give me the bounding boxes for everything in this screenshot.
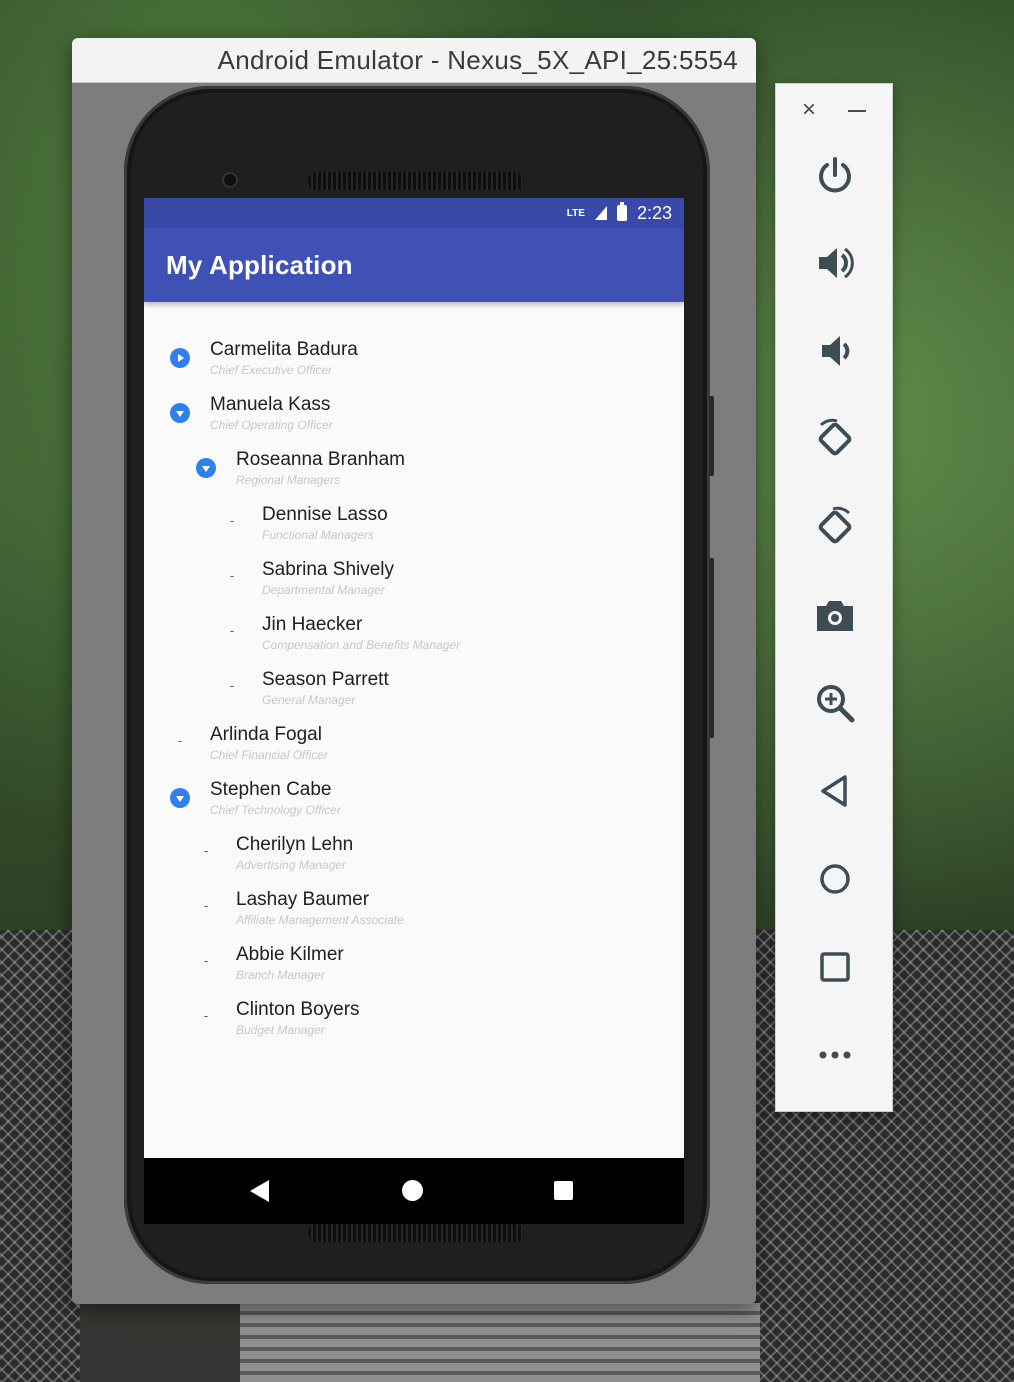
tree-row-lashay-baumer[interactable]: - Lashay Baumer Affiliate Management Ass…: [144, 884, 684, 939]
tree-row-arlinda-fogal[interactable]: - Arlinda Fogal Chief Financial Officer: [144, 719, 684, 774]
phone-power-key: [709, 396, 714, 476]
leaf-marker: -: [229, 678, 235, 693]
device-screen: LTE 2:23 My Application Carmelita Badura…: [144, 198, 684, 1158]
close-icon[interactable]: ×: [802, 98, 816, 122]
node-role: Chief Operating Officer: [210, 418, 333, 432]
app-bar: My Application: [144, 228, 684, 302]
leaf-marker: -: [229, 568, 235, 583]
node-name: Season Parrett: [262, 669, 389, 690]
leaf-marker: -: [203, 898, 209, 913]
zoom-icon[interactable]: [810, 678, 860, 728]
tree-row-clinton-boyers[interactable]: - Clinton Boyers Budget Manager: [144, 994, 684, 1049]
node-role: Chief Executive Officer: [210, 363, 333, 377]
node-name: Jin Haecker: [262, 614, 363, 635]
collapse-icon[interactable]: [170, 788, 190, 808]
status-time: 2:23: [636, 202, 672, 223]
volume-down-icon[interactable]: [810, 326, 860, 376]
bridge-walkway: [240, 1303, 760, 1382]
volume-up-icon[interactable]: [810, 238, 860, 288]
back-icon[interactable]: [810, 766, 860, 816]
node-role: Advertising Manager: [236, 858, 347, 872]
node-name: Manuela Kass: [210, 394, 331, 415]
app-title: My Application: [166, 249, 353, 280]
nav-recents-icon[interactable]: [554, 1181, 573, 1200]
node-role: Departmental Manager: [262, 583, 385, 597]
phone-frame: LTE 2:23 My Application Carmelita Badura…: [124, 86, 710, 1284]
node-role: Chief Technology Officer: [210, 803, 341, 817]
battery-icon: [616, 202, 627, 221]
bridge-fence-left: [0, 930, 80, 1382]
overview-icon[interactable]: [810, 942, 860, 992]
tree-row-sabrina-shively[interactable]: - Sabrina Shively Departmental Manager: [144, 554, 684, 609]
node-name: Carmelita Badura: [210, 339, 358, 360]
power-icon[interactable]: [810, 150, 860, 200]
node-name: Roseanna Branham: [236, 449, 405, 470]
leaf-marker: -: [229, 623, 235, 638]
tree-row-manuela-kass[interactable]: Manuela Kass Chief Operating Officer: [144, 389, 684, 444]
tree-row-carmelita-badura[interactable]: Carmelita Badura Chief Executive Officer: [144, 334, 684, 389]
signal-icon: [594, 206, 607, 220]
tree-row-cherilyn-lehn[interactable]: - Cherilyn Lehn Advertising Manager: [144, 829, 684, 884]
emulator-toolbar: ×: [775, 83, 893, 1112]
nav-home-icon[interactable]: [402, 1180, 423, 1201]
tree-row-dennise-lasso[interactable]: - Dennise Lasso Functional Managers: [144, 499, 684, 554]
lte-indicator: LTE: [566, 207, 585, 219]
node-role: Budget Manager: [236, 1023, 325, 1037]
more-icon[interactable]: [810, 1030, 860, 1080]
tree-row-season-parrett[interactable]: - Season Parrett General Manager: [144, 664, 684, 719]
node-name: Clinton Boyers: [236, 999, 360, 1020]
node-role: Regional Managers: [236, 473, 341, 487]
window-title: Android Emulator - Nexus_5X_API_25:5554: [217, 44, 738, 75]
node-name: Cherilyn Lehn: [236, 834, 354, 855]
collapse-icon[interactable]: [196, 458, 216, 478]
node-name: Arlinda Fogal: [210, 724, 322, 745]
status-bar: LTE 2:23: [144, 198, 684, 228]
leaf-marker: -: [203, 1008, 209, 1023]
nav-back-icon[interactable]: [250, 1180, 269, 1202]
emulator-window: Android Emulator - Nexus_5X_API_25:5554 …: [72, 38, 756, 1304]
node-name: Lashay Baumer: [236, 889, 370, 910]
system-nav-bar: [144, 1158, 684, 1224]
rotate-left-icon[interactable]: [810, 414, 860, 464]
minimize-icon[interactable]: [848, 110, 866, 112]
tree-row-jin-haecker[interactable]: - Jin Haecker Compensation and Benefits …: [144, 609, 684, 664]
node-role: Compensation and Benefits Manager: [262, 638, 461, 652]
leaf-marker: -: [229, 513, 235, 528]
home-icon[interactable]: [810, 854, 860, 904]
emulator-titlebar[interactable]: Android Emulator - Nexus_5X_API_25:5554: [72, 38, 756, 83]
node-name: Abbie Kilmer: [236, 944, 344, 965]
rotate-right-icon[interactable]: [810, 502, 860, 552]
collapse-icon[interactable]: [170, 403, 190, 423]
node-role: General Manager: [262, 693, 356, 707]
camera-icon[interactable]: [810, 590, 860, 640]
expand-icon[interactable]: [170, 348, 190, 368]
org-tree: Carmelita Badura Chief Executive Officer…: [144, 302, 684, 1049]
phone-volume-key: [709, 558, 714, 738]
tree-row-abbie-kilmer[interactable]: - Abbie Kilmer Branch Manager: [144, 939, 684, 994]
node-name: Dennise Lasso: [262, 504, 388, 525]
leaf-marker: -: [203, 953, 209, 968]
node-name: Sabrina Shively: [262, 559, 395, 580]
leaf-marker: -: [177, 733, 183, 748]
node-name: Stephen Cabe: [210, 779, 332, 800]
node-role: Branch Manager: [236, 968, 325, 982]
node-role: Chief Financial Officer: [210, 748, 329, 762]
bottom-speaker: [308, 1224, 524, 1242]
front-camera: [222, 172, 238, 188]
leaf-marker: -: [203, 843, 209, 858]
node-role: Affiliate Management Associate: [236, 913, 404, 927]
top-speaker: [308, 172, 524, 190]
tree-row-roseanna-branham[interactable]: Roseanna Branham Regional Managers: [144, 444, 684, 499]
tree-row-stephen-cabe[interactable]: Stephen Cabe Chief Technology Officer: [144, 774, 684, 829]
node-role: Functional Managers: [262, 528, 375, 542]
